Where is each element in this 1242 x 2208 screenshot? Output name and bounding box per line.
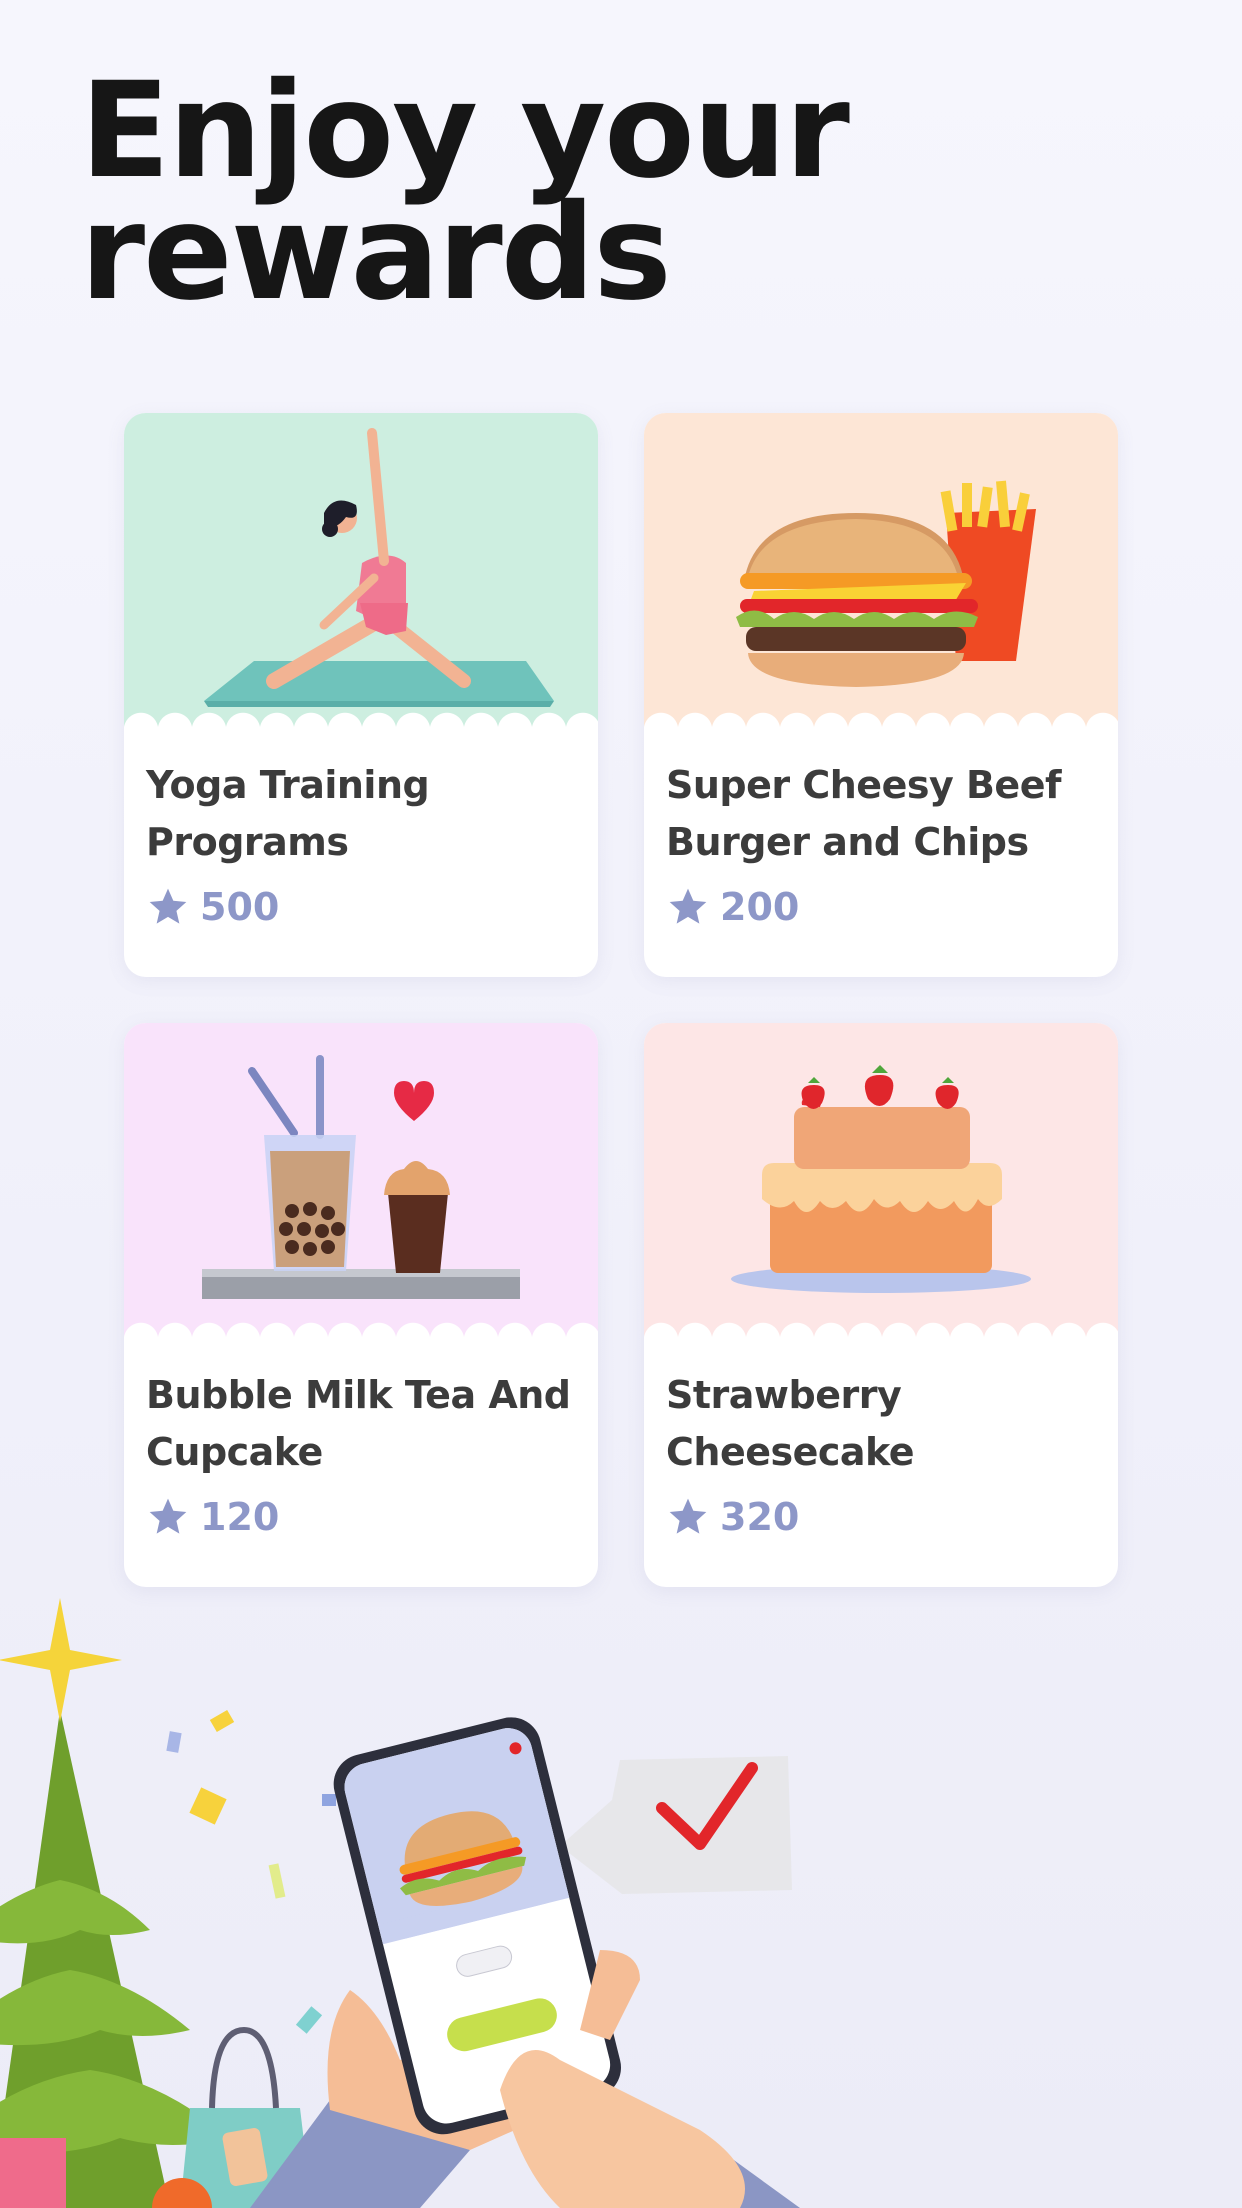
points-value: 200 <box>720 885 800 929</box>
star-icon <box>149 1498 187 1534</box>
star-icon <box>669 888 707 924</box>
points-value: 500 <box>200 885 280 929</box>
reward-points: 320 <box>666 1495 1096 1539</box>
reward-points: 200 <box>666 885 1096 929</box>
strawberry-cake-icon <box>731 1065 1031 1293</box>
yoga-illustration-icon <box>204 428 554 707</box>
scallop-edge <box>124 708 598 730</box>
star-icon <box>669 1498 707 1534</box>
reward-title: Yoga Training Programs <box>146 763 430 864</box>
cheesecake-image <box>644 1023 1118 1340</box>
reward-title: Super Cheesy Beef Burger and Chips <box>666 763 1062 864</box>
burger-and-fries-icon <box>736 480 1036 687</box>
reward-points: 120 <box>146 1495 576 1539</box>
reward-card-yoga[interactable]: Yoga Training Programs 500 <box>124 413 598 977</box>
burger-image <box>644 413 1118 730</box>
points-value: 120 <box>200 1495 280 1539</box>
points-value: 320 <box>720 1495 800 1539</box>
hand-holding-phone-illustration-icon <box>0 1598 800 2208</box>
yoga-image <box>124 413 598 730</box>
headline-line-2: rewards <box>80 176 672 330</box>
bubble-tea-cupcake-icon <box>202 1055 520 1299</box>
reward-title: Bubble Milk Tea And Cupcake <box>146 1373 571 1474</box>
reward-card-bubble-tea[interactable]: Bubble Milk Tea And Cupcake 120 <box>124 1023 598 1587</box>
scallop-edge <box>644 708 1118 730</box>
rewards-grid: Yoga Training Programs 500 Super Cheesy … <box>124 413 1118 1587</box>
reward-points: 500 <box>146 885 576 929</box>
scallop-edge <box>644 1318 1118 1340</box>
headline-line-1: Enjoy your <box>80 54 850 208</box>
page-title: Enjoy your rewards <box>80 54 850 330</box>
reward-title: Strawberry Cheesecake <box>666 1373 915 1474</box>
scallop-edge <box>124 1318 598 1340</box>
reward-card-cheesecake[interactable]: Strawberry Cheesecake 320 <box>644 1023 1118 1587</box>
star-icon <box>149 888 187 924</box>
bubble-tea-image <box>124 1023 598 1340</box>
reward-card-burger[interactable]: Super Cheesy Beef Burger and Chips 200 <box>644 413 1118 977</box>
